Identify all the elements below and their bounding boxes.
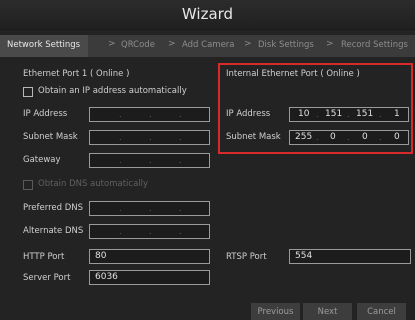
internal-subnet-octet-3: 0 — [362, 132, 368, 142]
step-record-settings[interactable]: Record Settings — [341, 40, 408, 50]
server-port-input[interactable]: 6036 — [89, 270, 210, 285]
ip-separator: . — [347, 110, 350, 119]
ip-separator: . — [179, 156, 182, 165]
ip-separator: . — [179, 133, 182, 142]
step-network-settings[interactable]: Network Settings — [0, 35, 89, 57]
internal-ip-field[interactable]: 10 . 151 . 151 . 1 — [289, 107, 409, 122]
ip-separator: . — [179, 204, 182, 213]
ip-separator: . — [149, 133, 152, 142]
internal-subnet-label: Subnet Mask — [226, 132, 281, 142]
server-port-label: Server Port — [23, 273, 71, 283]
http-port-label: HTTP Port — [23, 252, 65, 262]
wizard-steps: Network Settings > QRCode > Add Camera >… — [0, 35, 415, 57]
internal-port-title: Internal Ethernet Port ( Online ) — [226, 69, 360, 79]
ip-separator: . — [149, 204, 152, 213]
http-port-input[interactable]: 80 — [89, 249, 210, 264]
internal-subnet-octet-2: 0 — [330, 132, 336, 142]
obtain-dns-checkbox[interactable] — [23, 180, 33, 190]
ip-separator: . — [119, 133, 122, 142]
alternate-dns-label: Alternate DNS — [23, 226, 84, 236]
next-button[interactable]: Next — [303, 303, 352, 320]
previous-button[interactable]: Previous — [251, 303, 300, 320]
ip-separator: . — [347, 133, 350, 142]
ip-separator: . — [179, 110, 182, 119]
title-bar: Wizard — [0, 0, 415, 30]
obtain-dns-label: Obtain DNS automatically — [38, 179, 149, 189]
step-separator-icon: > — [244, 39, 252, 49]
ethernet-port1-title: Ethernet Port 1 ( Online ) — [23, 69, 130, 79]
preferred-dns-field[interactable]: . . . — [89, 201, 210, 216]
ip-separator: . — [379, 110, 382, 119]
ip-separator: . — [119, 156, 122, 165]
step-disk-settings[interactable]: Disk Settings — [258, 40, 314, 50]
step-separator-icon: > — [326, 39, 334, 49]
gateway-label: Gateway — [23, 155, 61, 165]
ip-address-field[interactable]: . . . — [89, 107, 210, 122]
internal-ip-octet-2: 151 — [325, 109, 343, 119]
step-add-camera[interactable]: Add Camera — [182, 40, 235, 50]
rtsp-port-label: RTSP Port — [226, 252, 267, 262]
rtsp-port-input[interactable]: 554 — [289, 249, 411, 264]
internal-ip-octet-1: 10 — [298, 109, 310, 119]
internal-ip-octet-4: 1 — [394, 109, 400, 119]
step-qrcode[interactable]: QRCode — [121, 40, 155, 50]
subnet-mask-label: Subnet Mask — [23, 132, 78, 142]
obtain-ip-checkbox[interactable] — [23, 87, 33, 97]
gateway-field[interactable]: . . . — [89, 153, 210, 168]
internal-subnet-octet-4: 0 — [394, 132, 400, 142]
internal-subnet-octet-1: 255 — [295, 132, 313, 142]
cancel-button[interactable]: Cancel — [357, 303, 406, 320]
obtain-ip-label: Obtain an IP address automatically — [38, 86, 187, 96]
ip-separator: . — [149, 110, 152, 119]
step-separator-icon: > — [108, 39, 116, 49]
ip-address-label: IP Address — [23, 109, 68, 119]
ip-separator: . — [316, 110, 319, 119]
ip-separator: . — [316, 133, 319, 142]
alternate-dns-field[interactable]: . . . — [89, 224, 210, 239]
ip-separator: . — [379, 133, 382, 142]
step-separator-icon: > — [168, 39, 176, 49]
internal-subnet-field[interactable]: 255 . 0 . 0 . 0 — [289, 130, 409, 145]
ip-separator: . — [119, 227, 122, 236]
internal-ip-octet-3: 151 — [356, 109, 374, 119]
window-title: Wizard — [181, 5, 234, 23]
ip-separator: . — [149, 227, 152, 236]
ip-separator: . — [119, 204, 122, 213]
preferred-dns-label: Preferred DNS — [23, 203, 84, 213]
subnet-mask-field[interactable]: . . . — [89, 130, 210, 145]
ip-separator: . — [119, 110, 122, 119]
ip-separator: . — [179, 227, 182, 236]
internal-ip-label: IP Address — [226, 109, 271, 119]
ip-separator: . — [149, 156, 152, 165]
